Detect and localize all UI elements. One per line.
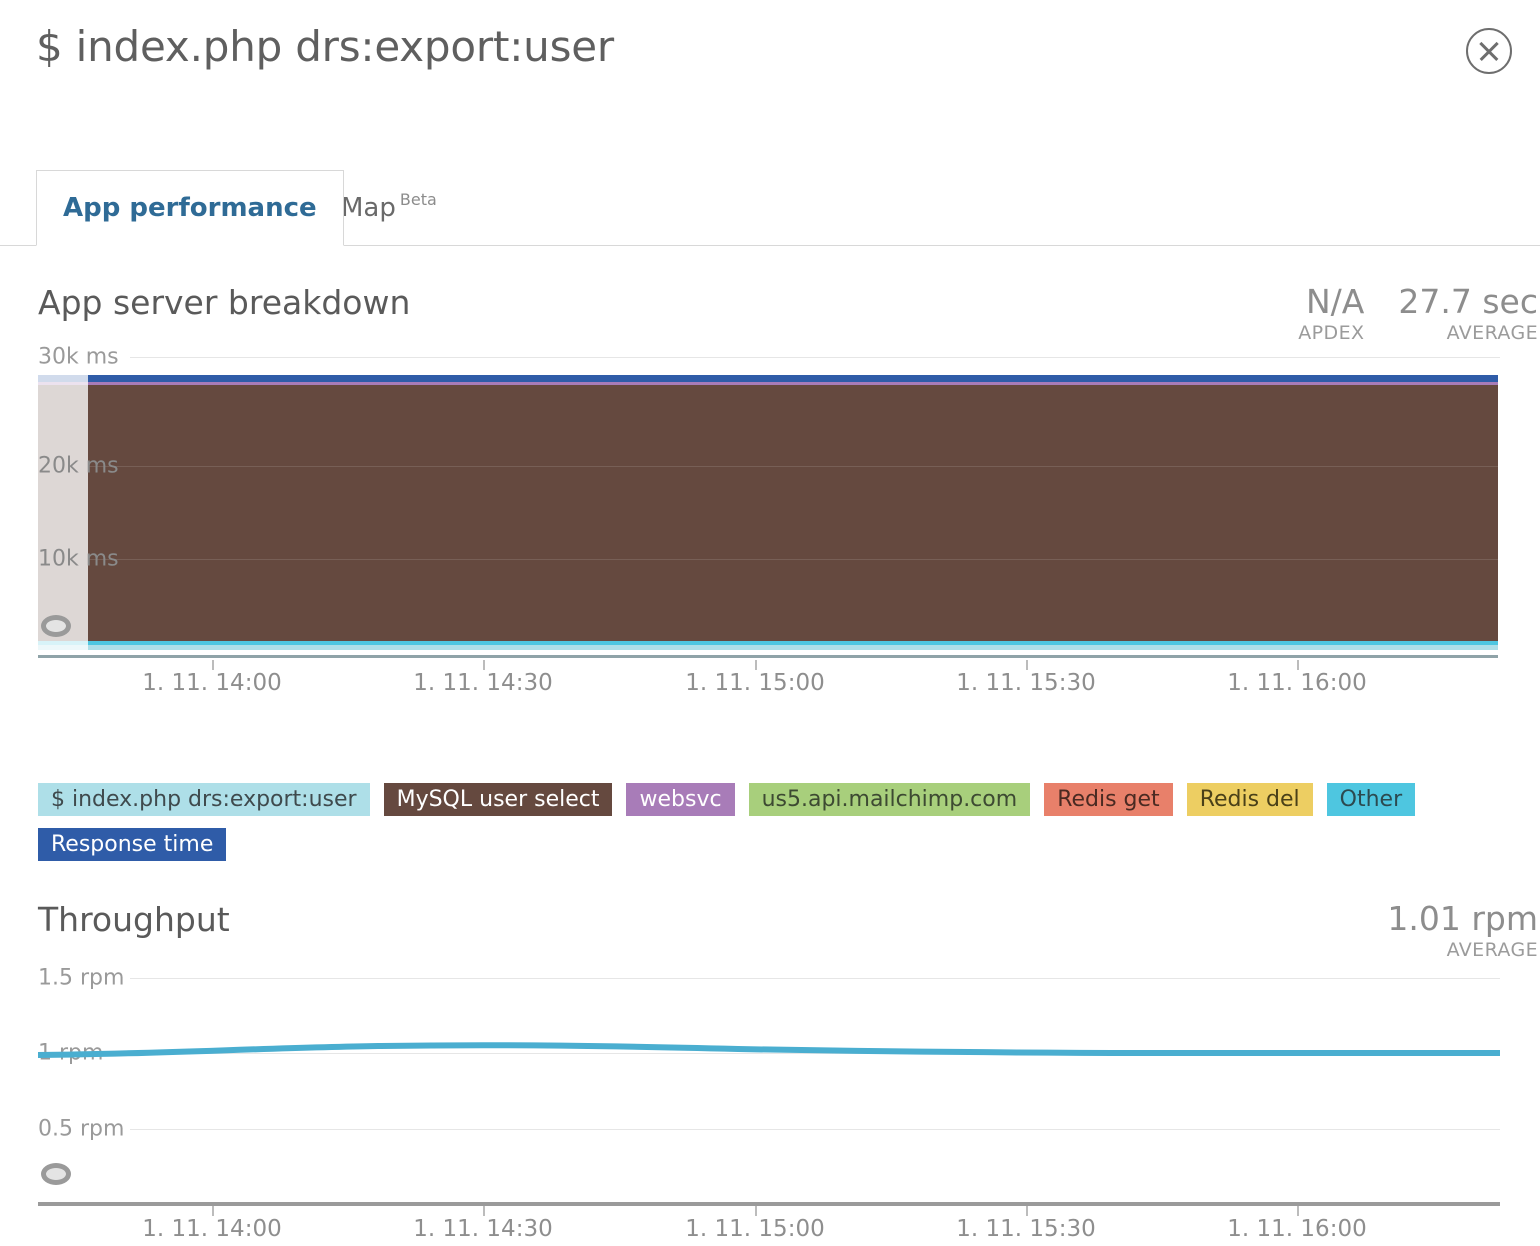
app-server-breakdown-metrics: N/A APDEX 27.7 sec AVERAGE <box>1264 283 1538 345</box>
xtick-mark <box>212 1206 214 1216</box>
throughput-average-metric: 1.01 rpm AVERAGE <box>1387 900 1538 962</box>
xtick-label: 1. 11. 15:30 <box>956 670 1095 696</box>
throughput-chart: Throughput 1.01 rpm AVERAGE 1.5 rpm 1 rp… <box>0 900 1540 1244</box>
xtick-mark <box>1297 1206 1299 1216</box>
throughput-series-marker-handle[interactable] <box>41 1163 71 1185</box>
average-value: 27.7 sec <box>1398 283 1538 321</box>
partial-data-veil <box>38 375 88 650</box>
xtick-mark <box>755 660 757 670</box>
legend-chip-response-time[interactable]: Response time <box>38 828 226 861</box>
average-label: AVERAGE <box>1398 321 1538 345</box>
xtick-mark <box>483 1206 485 1216</box>
xtick-label: 1. 11. 14:00 <box>142 670 281 696</box>
throughput-average-value: 1.01 rpm <box>1387 900 1538 938</box>
legend-chip-transaction[interactable]: $ index.php drs:export:user <box>38 783 370 816</box>
xtick-label: 1. 11. 14:30 <box>413 670 552 696</box>
tab-map-beta-badge: Beta <box>400 190 437 209</box>
throughput-plot <box>38 978 1500 1173</box>
xtick-label: 1. 11. 16:00 <box>1227 670 1366 696</box>
apdex-value: N/A <box>1298 283 1364 321</box>
page-title: $ index.php drs:export:user <box>36 22 614 71</box>
app-server-breakdown-plot <box>38 375 1498 650</box>
legend-chip-redis-del[interactable]: Redis del <box>1187 783 1313 816</box>
throughput-title: Throughput <box>38 900 230 939</box>
chart-legend: $ index.php drs:export:user MySQL user s… <box>38 783 1508 861</box>
xtick-label: 1. 11. 15:00 <box>685 1216 824 1242</box>
xtick-mark <box>1297 660 1299 670</box>
app-server-breakdown-chart: App server breakdown N/A APDEX 27.7 sec … <box>0 283 1540 693</box>
band-response-time <box>88 375 1498 382</box>
xtick-mark <box>1026 1206 1028 1216</box>
band-transaction <box>88 645 1498 650</box>
tab-map-label: Map <box>341 193 396 223</box>
band-mysql-user-select <box>88 385 1498 641</box>
dialog-header: $ index.php drs:export:user <box>0 0 1540 122</box>
stacked-area-series <box>88 375 1498 650</box>
tab-app-performance-label: App performance <box>63 193 317 223</box>
xtick-mark <box>1026 660 1028 670</box>
throughput-line-series <box>38 978 1500 1173</box>
xtick-label: 1. 11. 15:00 <box>685 670 824 696</box>
throughput-metrics: 1.01 rpm AVERAGE <box>1353 900 1538 962</box>
apdex-metric: N/A APDEX <box>1298 283 1364 345</box>
apdex-label: APDEX <box>1298 321 1364 345</box>
app-server-breakdown-title: App server breakdown <box>38 283 410 322</box>
average-metric: 27.7 sec AVERAGE <box>1398 283 1538 345</box>
throughput-average-label: AVERAGE <box>1387 938 1538 962</box>
xtick-mark <box>212 660 214 670</box>
legend-chip-mysql-user-select[interactable]: MySQL user select <box>384 783 613 816</box>
xtick-label: 1. 11. 15:30 <box>956 1216 1095 1242</box>
gridline-10k-overlay <box>88 559 1498 560</box>
xtick-label: 1. 11. 14:30 <box>413 1216 552 1242</box>
legend-chip-other[interactable]: Other <box>1327 783 1415 816</box>
ytick-label-30k: 30k ms <box>38 345 119 370</box>
xtick-mark <box>755 1206 757 1216</box>
close-icon[interactable] <box>1466 28 1512 74</box>
throughput-header: Throughput 1.01 rpm AVERAGE <box>0 900 1540 970</box>
gridline-30k <box>130 357 1500 358</box>
tab-app-performance[interactable]: App performance <box>36 170 344 246</box>
app-server-breakdown-axis-line <box>38 655 1498 658</box>
legend-chip-websvc[interactable]: websvc <box>626 783 734 816</box>
xtick-mark <box>483 660 485 670</box>
legend-chip-redis-get[interactable]: Redis get <box>1044 783 1173 816</box>
partial-data-region <box>38 375 88 650</box>
app-server-breakdown-header: App server breakdown N/A APDEX 27.7 sec … <box>0 283 1540 353</box>
legend-chip-mailchimp[interactable]: us5.api.mailchimp.com <box>749 783 1031 816</box>
xtick-label: 1. 11. 14:00 <box>142 1216 281 1242</box>
xtick-label: 1. 11. 16:00 <box>1227 1216 1366 1242</box>
tab-bar: App performance Map Beta <box>0 170 1540 246</box>
app-server-breakdown-x-axis: 1. 11. 14:00 1. 11. 14:30 1. 11. 15:00 1… <box>0 660 1540 700</box>
throughput-x-axis: 1. 11. 14:00 1. 11. 14:30 1. 11. 15:00 1… <box>0 1206 1540 1246</box>
gridline-20k-overlay <box>88 466 1498 467</box>
